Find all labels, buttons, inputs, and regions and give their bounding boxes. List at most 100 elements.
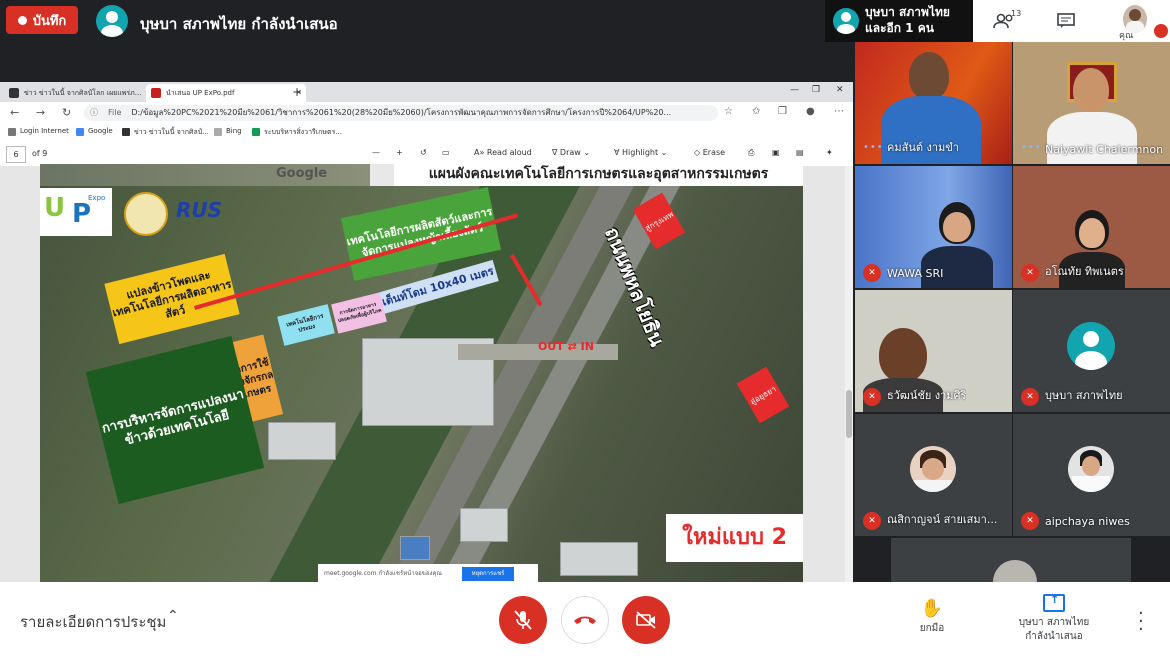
leave-call-button[interactable] bbox=[561, 596, 609, 644]
new-tab-icon[interactable]: + bbox=[292, 85, 302, 99]
pinned-line1: บุษบา สภาพไทย bbox=[865, 5, 950, 19]
refresh-icon[interactable]: ↻ bbox=[62, 106, 71, 119]
more-options-icon[interactable]: · · · bbox=[1138, 605, 1144, 639]
address-bar[interactable]: ⓘ File D:/ข้อมูล%20PC%2021%20มีย%2061/วิชา… bbox=[84, 105, 718, 121]
participant-tile[interactable]: ✕ อโณทัย ทิพเนตร bbox=[1013, 166, 1170, 288]
camera-off-icon bbox=[636, 611, 656, 629]
participant-name: Naiyawit Chalermnon bbox=[1045, 143, 1164, 156]
page-count: of 9 bbox=[32, 149, 48, 158]
bookmark[interactable]: Login Internet bbox=[8, 127, 69, 136]
collections-icon[interactable]: ❐ bbox=[778, 106, 787, 117]
participant-name: อโณทัย ทิพเนตร bbox=[1045, 265, 1124, 278]
close-window-icon[interactable]: ✕ bbox=[836, 85, 844, 95]
record-dot-icon bbox=[17, 15, 27, 25]
profile-icon[interactable]: ● bbox=[806, 106, 815, 117]
chat-icon[interactable] bbox=[1055, 10, 1077, 32]
mic-off-icon: ✕ bbox=[863, 512, 881, 530]
participant-name: คมสันต์ งามขำ bbox=[887, 141, 959, 154]
meeting-details-button[interactable]: รายละเอียดการประชุม bbox=[20, 610, 166, 634]
page-number-input[interactable]: 6 bbox=[6, 146, 26, 163]
favorites-icon[interactable]: ✩ bbox=[752, 106, 760, 117]
save-icon[interactable]: ▣ bbox=[772, 148, 780, 157]
bookmarks-bar: Login Internet Google ข่าว ข่าวในนี้ จาก… bbox=[0, 124, 853, 143]
participant-avatar bbox=[1067, 322, 1115, 370]
mic-off-icon: ✕ bbox=[1021, 264, 1039, 282]
presenter-avatar bbox=[96, 5, 128, 37]
pinned-presenter[interactable]: บุษบา สภาพไทย และอีก 1 คน bbox=[825, 0, 973, 42]
menu-icon[interactable]: ⋯ bbox=[834, 106, 844, 117]
bookmark[interactable]: ระบบริหารสิ่งวารีเกษตร... bbox=[252, 127, 342, 138]
tab-label: ข่าว ข่าวในนี้ จากศิลป์โลก เผยแพร่ภ... bbox=[24, 89, 142, 97]
self-muted-icon bbox=[1154, 24, 1168, 38]
file-scheme: File bbox=[108, 108, 122, 117]
participant-tile-partial[interactable] bbox=[891, 538, 1131, 582]
pinned-avatar bbox=[833, 8, 859, 34]
bottom-control-bar: รายละเอียดการประชุม ⌃ ✋ ยกมือ บุษบา สภาพ… bbox=[0, 582, 1170, 658]
bookmark[interactable]: Bing bbox=[214, 127, 242, 136]
read-aloud-button[interactable]: A» Read aloud bbox=[474, 148, 532, 157]
tab-favicon-icon bbox=[9, 88, 19, 98]
participant-name: บุษบา สภาพไทย bbox=[1045, 389, 1123, 402]
bookmark[interactable]: ข่าว ข่าวในนี้ จากศิลป์... bbox=[122, 127, 209, 138]
participant-grid: ••• คมสันต์ งามขำ ••• Naiyawit Chalermno… bbox=[853, 42, 1170, 582]
participant-name: WAWA SRI bbox=[887, 267, 944, 280]
forward-icon[interactable]: → bbox=[36, 106, 45, 119]
bookmark[interactable]: Google bbox=[76, 127, 113, 136]
pdf-page: Google แผนผังคณะเทคโนโลยีการเกษตรและอุตส… bbox=[40, 164, 803, 582]
stop-sharing-button[interactable]: หยุดการแชร์ bbox=[462, 567, 514, 581]
share-text: meet.google.com กำลังแชร์หน้าจอของคุณ bbox=[324, 570, 442, 577]
hang-up-icon bbox=[574, 616, 596, 624]
new-design-label: ใหม่แบบ 2 bbox=[666, 514, 803, 562]
zoom-in-icon[interactable]: + bbox=[396, 148, 403, 157]
raise-hand-button[interactable]: ✋ ยกมือ bbox=[912, 598, 952, 636]
fit-page-icon[interactable]: ▭ bbox=[442, 148, 450, 157]
recording-badge[interactable]: บันทึก bbox=[6, 6, 78, 34]
pdf-scrollbar[interactable] bbox=[845, 166, 853, 582]
highlight-button[interactable]: ∀ Highlight ⌄ bbox=[614, 148, 667, 157]
speaking-indicator-icon: ••• bbox=[1021, 142, 1042, 153]
participant-name: aipchaya niwes bbox=[1045, 515, 1130, 528]
browser-tab-active[interactable]: นำเสนอ UP ExPo.pdf ✕ bbox=[146, 84, 306, 102]
participant-name: ณสิกาญจน์ สายเสมา... bbox=[887, 513, 998, 526]
restore-icon[interactable]: ❐ bbox=[812, 85, 820, 95]
rotate-icon[interactable]: ↺ bbox=[420, 148, 427, 157]
mic-off-icon bbox=[514, 610, 532, 630]
participants-count: 13 bbox=[1011, 9, 1022, 18]
camera-toggle-button[interactable] bbox=[622, 596, 670, 644]
participant-tile[interactable]: ✕ WAWA SRI bbox=[855, 166, 1012, 288]
up-expo-logo: U P Expo bbox=[40, 188, 112, 236]
pinned-line2: และอีก 1 คน bbox=[865, 21, 934, 35]
minimize-icon[interactable]: — bbox=[790, 85, 799, 95]
info-icon: ⓘ bbox=[90, 108, 98, 117]
pin-toolbar-icon[interactable]: ✦ bbox=[826, 148, 833, 157]
participant-tile[interactable]: ••• คมสันต์ งามขำ bbox=[855, 42, 1012, 164]
presenting-button[interactable]: บุษบา สภาพไทย กำลังนำเสนอ bbox=[1006, 593, 1102, 644]
save-as-icon[interactable]: ▤ bbox=[796, 148, 804, 157]
participant-tile[interactable]: ✕ บุษบา สภาพไทย bbox=[1013, 290, 1170, 412]
record-label: บันทึก bbox=[32, 13, 67, 29]
zoom-out-icon[interactable]: — bbox=[372, 148, 380, 157]
erase-button[interactable]: ◇ Erase bbox=[694, 148, 725, 157]
self-label: คุณ bbox=[1119, 31, 1134, 41]
participant-tile[interactable]: ✕ aipchaya niwes bbox=[1013, 414, 1170, 536]
participant-tile[interactable]: ✕ ธวัฒน์ชัย งามศิริ bbox=[855, 290, 1012, 412]
hand-icon: ✋ bbox=[920, 598, 944, 619]
tab-label: นำเสนอ UP ExPo.pdf bbox=[166, 89, 235, 97]
top-right-controls: 13 คุณ bbox=[973, 0, 1170, 42]
star-icon[interactable]: ☆ bbox=[724, 106, 733, 117]
draw-button[interactable]: ∇ Draw ⌄ bbox=[552, 148, 590, 157]
chevron-up-icon[interactable]: ⌃ bbox=[167, 608, 179, 624]
back-icon[interactable]: ← bbox=[10, 106, 19, 119]
participant-tile[interactable]: ••• Naiyawit Chalermnon bbox=[1013, 42, 1170, 164]
browser-tab[interactable]: ข่าว ข่าวในนี้ จากศิลป์โลก เผยแพร่ภ... bbox=[4, 84, 160, 102]
pinned-names: บุษบา สภาพไทย และอีก 1 คน bbox=[865, 4, 950, 36]
participant-tile[interactable]: ✕ ณสิกาญจน์ สายเสมา... bbox=[855, 414, 1012, 536]
raise-hand-label: ยกมือ bbox=[919, 623, 945, 634]
map-title: แผนผังคณะเทคโนโลยีการเกษตรและอุตสาหกรรมเ… bbox=[394, 164, 803, 186]
print-icon[interactable]: ⎙ bbox=[748, 148, 754, 158]
pdf-viewer[interactable]: Google แผนผังคณะเทคโนโลยีการเกษตรและอุตส… bbox=[0, 164, 853, 582]
participant-photo bbox=[910, 446, 956, 492]
pdf-icon bbox=[151, 88, 161, 98]
mic-toggle-button[interactable] bbox=[499, 596, 547, 644]
rus-logo: RUS bbox=[176, 198, 223, 222]
